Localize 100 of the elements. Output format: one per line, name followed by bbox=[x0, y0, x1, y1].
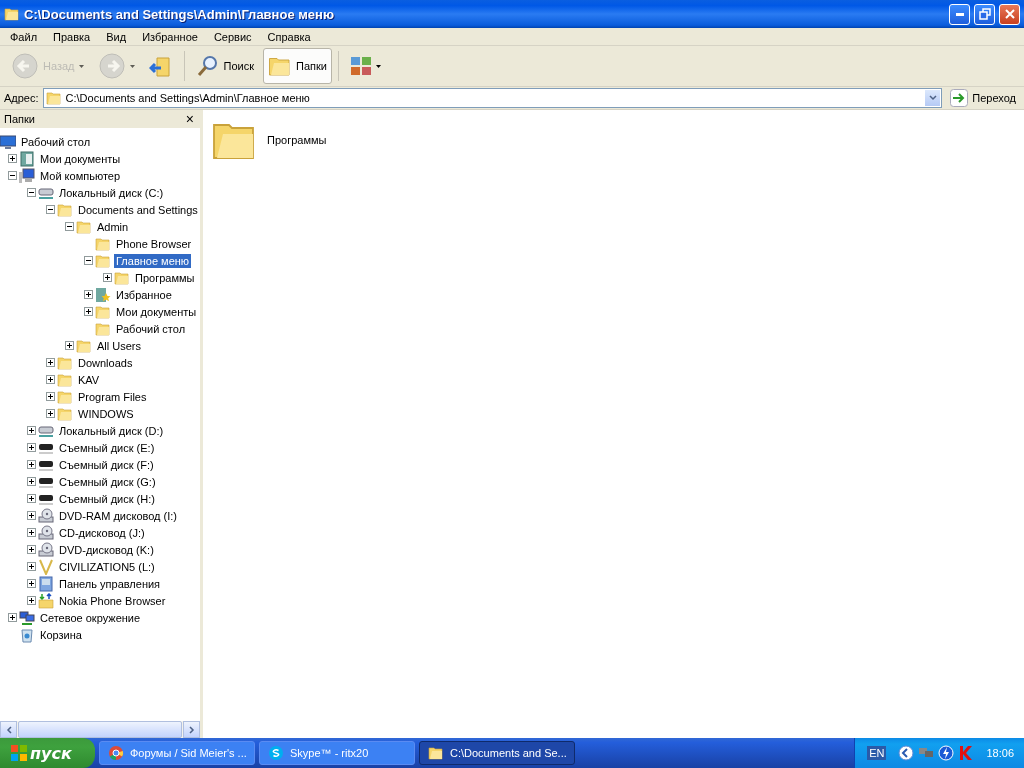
collapse-button[interactable] bbox=[65, 222, 74, 231]
folder-icon bbox=[95, 320, 111, 337]
menu-item[interactable]: Вид bbox=[98, 30, 135, 43]
tree-item[interactable]: Локальный диск (D:) bbox=[57, 423, 166, 438]
views-icon bbox=[349, 56, 372, 76]
expand-button[interactable] bbox=[8, 154, 17, 163]
favorites-folder-icon bbox=[95, 286, 111, 303]
restore-button[interactable] bbox=[974, 3, 995, 25]
close-button[interactable] bbox=[999, 3, 1020, 25]
tree-item[interactable]: CIVILIZATION5 (L:) bbox=[57, 559, 157, 574]
tree-item[interactable]: Phone Browser bbox=[114, 236, 194, 251]
collapse-button[interactable] bbox=[8, 171, 17, 180]
scroll-right-button[interactable] bbox=[183, 721, 200, 738]
optical-drive-icon bbox=[38, 541, 54, 558]
collapse-button[interactable] bbox=[27, 188, 36, 197]
tree-item[interactable]: KAV bbox=[76, 372, 102, 387]
expand-button[interactable] bbox=[27, 494, 36, 503]
expand-button[interactable] bbox=[27, 443, 36, 452]
folder-icon bbox=[57, 405, 73, 422]
taskbar-button[interactable]: Форумы / Sid Meier's ... bbox=[99, 741, 255, 765]
expand-button[interactable] bbox=[46, 409, 55, 418]
expand-button[interactable] bbox=[65, 341, 74, 350]
taskbar-button[interactable]: Skype™ - ritx20 bbox=[259, 741, 415, 765]
tree-item[interactable]: Съемный диск (E:) bbox=[57, 440, 157, 455]
tree-item[interactable]: Съемный диск (F:) bbox=[57, 457, 156, 472]
folder-icon bbox=[4, 6, 20, 22]
expand-button[interactable] bbox=[46, 392, 55, 401]
expand-button[interactable] bbox=[27, 426, 36, 435]
minimize-button[interactable] bbox=[949, 3, 970, 25]
tree-item[interactable]: Downloads bbox=[76, 355, 135, 370]
expand-button[interactable] bbox=[27, 477, 36, 486]
tree-item[interactable]: Сетевое окружение bbox=[38, 610, 143, 625]
tree-item[interactable]: Мои документы bbox=[38, 151, 123, 166]
folder-name[interactable]: Программы bbox=[267, 134, 327, 146]
expand-button[interactable] bbox=[84, 290, 93, 299]
tree-item[interactable]: CD-дисковод (J:) bbox=[57, 525, 147, 540]
close-icon bbox=[1004, 9, 1015, 19]
tree-item[interactable]: Панель управления bbox=[57, 576, 163, 591]
menu-item[interactable]: Правка bbox=[45, 30, 99, 43]
optical-drive-icon bbox=[38, 507, 54, 524]
chevron-down-icon bbox=[928, 95, 937, 101]
tree-item[interactable]: WINDOWS bbox=[76, 406, 136, 421]
tree-item[interactable]: Documents and Settings bbox=[76, 202, 200, 217]
minimize-icon bbox=[955, 12, 964, 16]
collapse-button[interactable] bbox=[84, 256, 93, 265]
scroll-thumb[interactable] bbox=[18, 721, 182, 738]
tree-item[interactable]: Рабочий стол bbox=[114, 321, 188, 336]
menu-item[interactable]: Избранное bbox=[134, 30, 206, 43]
tree-item[interactable]: Мой компьютер bbox=[38, 168, 123, 183]
tree-item[interactable]: DVD-RAM дисковод (I:) bbox=[57, 508, 179, 523]
chevron-left-icon[interactable] bbox=[898, 745, 915, 761]
expand-button[interactable] bbox=[103, 273, 112, 282]
folders-button[interactable]: Папки bbox=[263, 48, 332, 84]
tree-item[interactable]: DVD-дисковод (K:) bbox=[57, 542, 156, 557]
address-label: Адрес: bbox=[4, 92, 39, 104]
caret-icon bbox=[78, 64, 84, 68]
expand-button[interactable] bbox=[27, 596, 36, 605]
expand-button[interactable] bbox=[8, 613, 17, 622]
search-icon bbox=[195, 54, 220, 78]
go-button[interactable]: Переход bbox=[946, 89, 1020, 107]
tree-item[interactable]: All Users bbox=[95, 338, 143, 353]
collapse-button[interactable] bbox=[46, 205, 55, 214]
start-button[interactable]: пуск bbox=[0, 738, 95, 768]
expand-button[interactable] bbox=[84, 307, 93, 316]
expand-button[interactable] bbox=[27, 579, 36, 588]
close-button[interactable]: × bbox=[185, 111, 194, 127]
tree-item[interactable]: Съемный диск (H:) bbox=[57, 491, 157, 506]
window-title: C:\Documents and Settings\Admin\Главное меню bbox=[24, 6, 336, 22]
tree-item[interactable]: Избранное bbox=[114, 287, 174, 302]
taskbar-button[interactable]: C:\Documents and Se... bbox=[419, 741, 575, 765]
language-indicator[interactable]: EN bbox=[867, 746, 887, 760]
horizontal-scrollbar[interactable] bbox=[0, 721, 200, 738]
network-icon bbox=[19, 609, 35, 626]
search-button[interactable]: Поиск bbox=[190, 48, 259, 84]
address-field[interactable]: C:\Documents and Settings\Admin\Главное меню bbox=[42, 88, 943, 108]
expand-button[interactable] bbox=[27, 562, 36, 571]
lightning-icon[interactable] bbox=[938, 745, 955, 761]
expand-button[interactable] bbox=[46, 375, 55, 384]
expand-button[interactable] bbox=[46, 358, 55, 367]
tree-item[interactable]: Admin bbox=[95, 219, 131, 234]
menu-item[interactable]: Файл bbox=[2, 30, 46, 43]
folder-icon bbox=[95, 235, 111, 252]
expand-button[interactable] bbox=[27, 511, 36, 520]
menu-item[interactable]: Справка bbox=[259, 30, 319, 43]
tree-item[interactable]: Мои документы bbox=[114, 304, 199, 319]
expand-button[interactable] bbox=[27, 460, 36, 469]
tree-item[interactable]: Program Files bbox=[76, 389, 149, 404]
dropdown-button[interactable] bbox=[924, 89, 942, 107]
expand-button[interactable] bbox=[27, 528, 36, 537]
tree-item[interactable]: Программы bbox=[133, 270, 197, 285]
tree-item[interactable]: Nokia Phone Browser bbox=[57, 593, 168, 608]
tree-item[interactable]: Съемный диск (G:) bbox=[57, 474, 158, 489]
tree-item[interactable]: Главное меню bbox=[114, 253, 192, 268]
expand-button[interactable] bbox=[27, 545, 36, 554]
tree-item[interactable]: Корзина bbox=[38, 627, 84, 642]
scroll-left-button[interactable] bbox=[0, 721, 17, 738]
tree-item[interactable]: Рабочий стол bbox=[19, 134, 93, 149]
clock: 18:06 bbox=[986, 747, 1014, 759]
tree-item[interactable]: Локальный диск (C:) bbox=[57, 185, 166, 200]
menu-item[interactable]: Сервис bbox=[205, 30, 260, 43]
